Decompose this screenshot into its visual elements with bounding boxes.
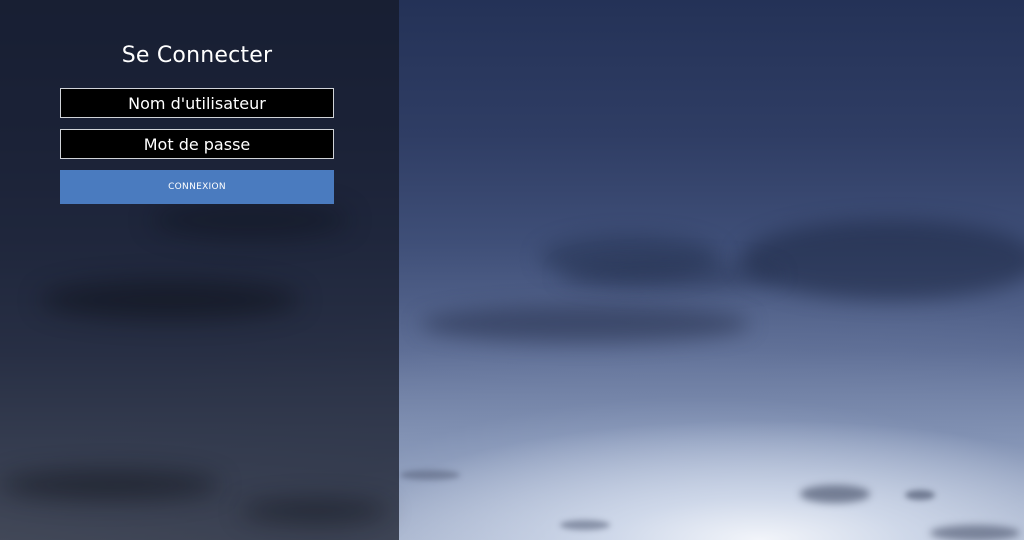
cloud: [560, 520, 610, 530]
cloud: [800, 485, 870, 503]
cloud: [420, 305, 750, 343]
cloud: [740, 220, 1024, 300]
login-title: Se Connecter: [121, 43, 273, 68]
username-input[interactable]: [60, 88, 334, 118]
cloud: [400, 470, 460, 480]
login-page: Se Connecter CONNEXION: [0, 0, 1024, 540]
cloud: [905, 490, 935, 500]
login-panel: Se Connecter CONNEXION: [0, 0, 399, 540]
panel-cloud: [40, 280, 300, 320]
panel-cloud: [150, 200, 350, 240]
panel-cloud: [0, 470, 220, 500]
cloud: [560, 260, 780, 290]
password-input[interactable]: [60, 129, 334, 159]
login-button[interactable]: CONNEXION: [60, 170, 334, 204]
cloud: [930, 525, 1020, 540]
panel-cloud: [240, 500, 390, 522]
